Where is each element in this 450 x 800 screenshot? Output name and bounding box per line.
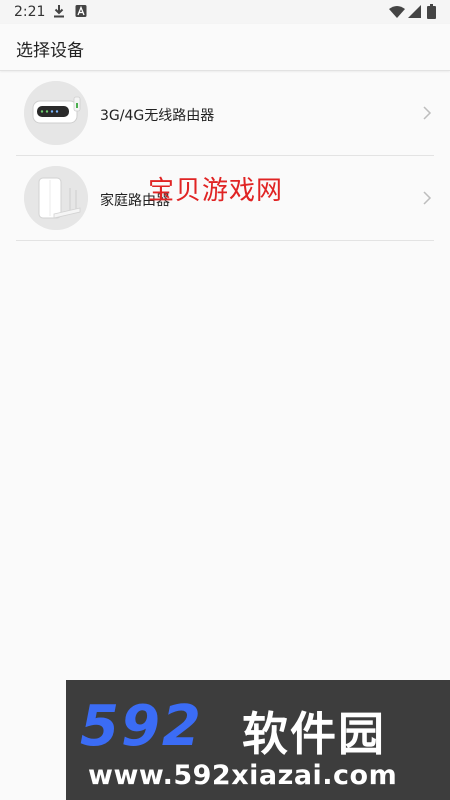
status-bar: 2:21	[0, 0, 450, 24]
watermark-text: 宝贝游戏网	[148, 176, 284, 206]
app-a-icon	[75, 5, 87, 17]
battery-icon	[427, 4, 436, 19]
chevron-right-icon	[423, 106, 432, 120]
mobile-router-icon	[24, 81, 88, 145]
device-item-mobile-router[interactable]: 3G/4G无线路由器	[16, 71, 434, 156]
device-list: 3G/4G无线路由器 家庭路由器	[16, 71, 434, 241]
app-bar: 选择设备	[0, 24, 450, 71]
status-time: 2:21	[14, 4, 46, 20]
ad-logo-number: 592	[80, 694, 203, 759]
device-label: 3G/4G无线路由器	[100, 108, 215, 124]
download-icon	[54, 5, 64, 18]
page-title: 选择设备	[16, 41, 84, 61]
home-router-icon	[24, 166, 88, 230]
wifi-icon	[389, 6, 405, 18]
ad-logo-text: 软件园	[242, 707, 386, 761]
ad-url: www.592xiazai.com	[88, 760, 398, 791]
ad-banner[interactable]: 592 软件园 www.592xiazai.com	[66, 680, 450, 800]
chevron-right-icon	[423, 191, 432, 205]
signal-icon	[408, 5, 421, 18]
